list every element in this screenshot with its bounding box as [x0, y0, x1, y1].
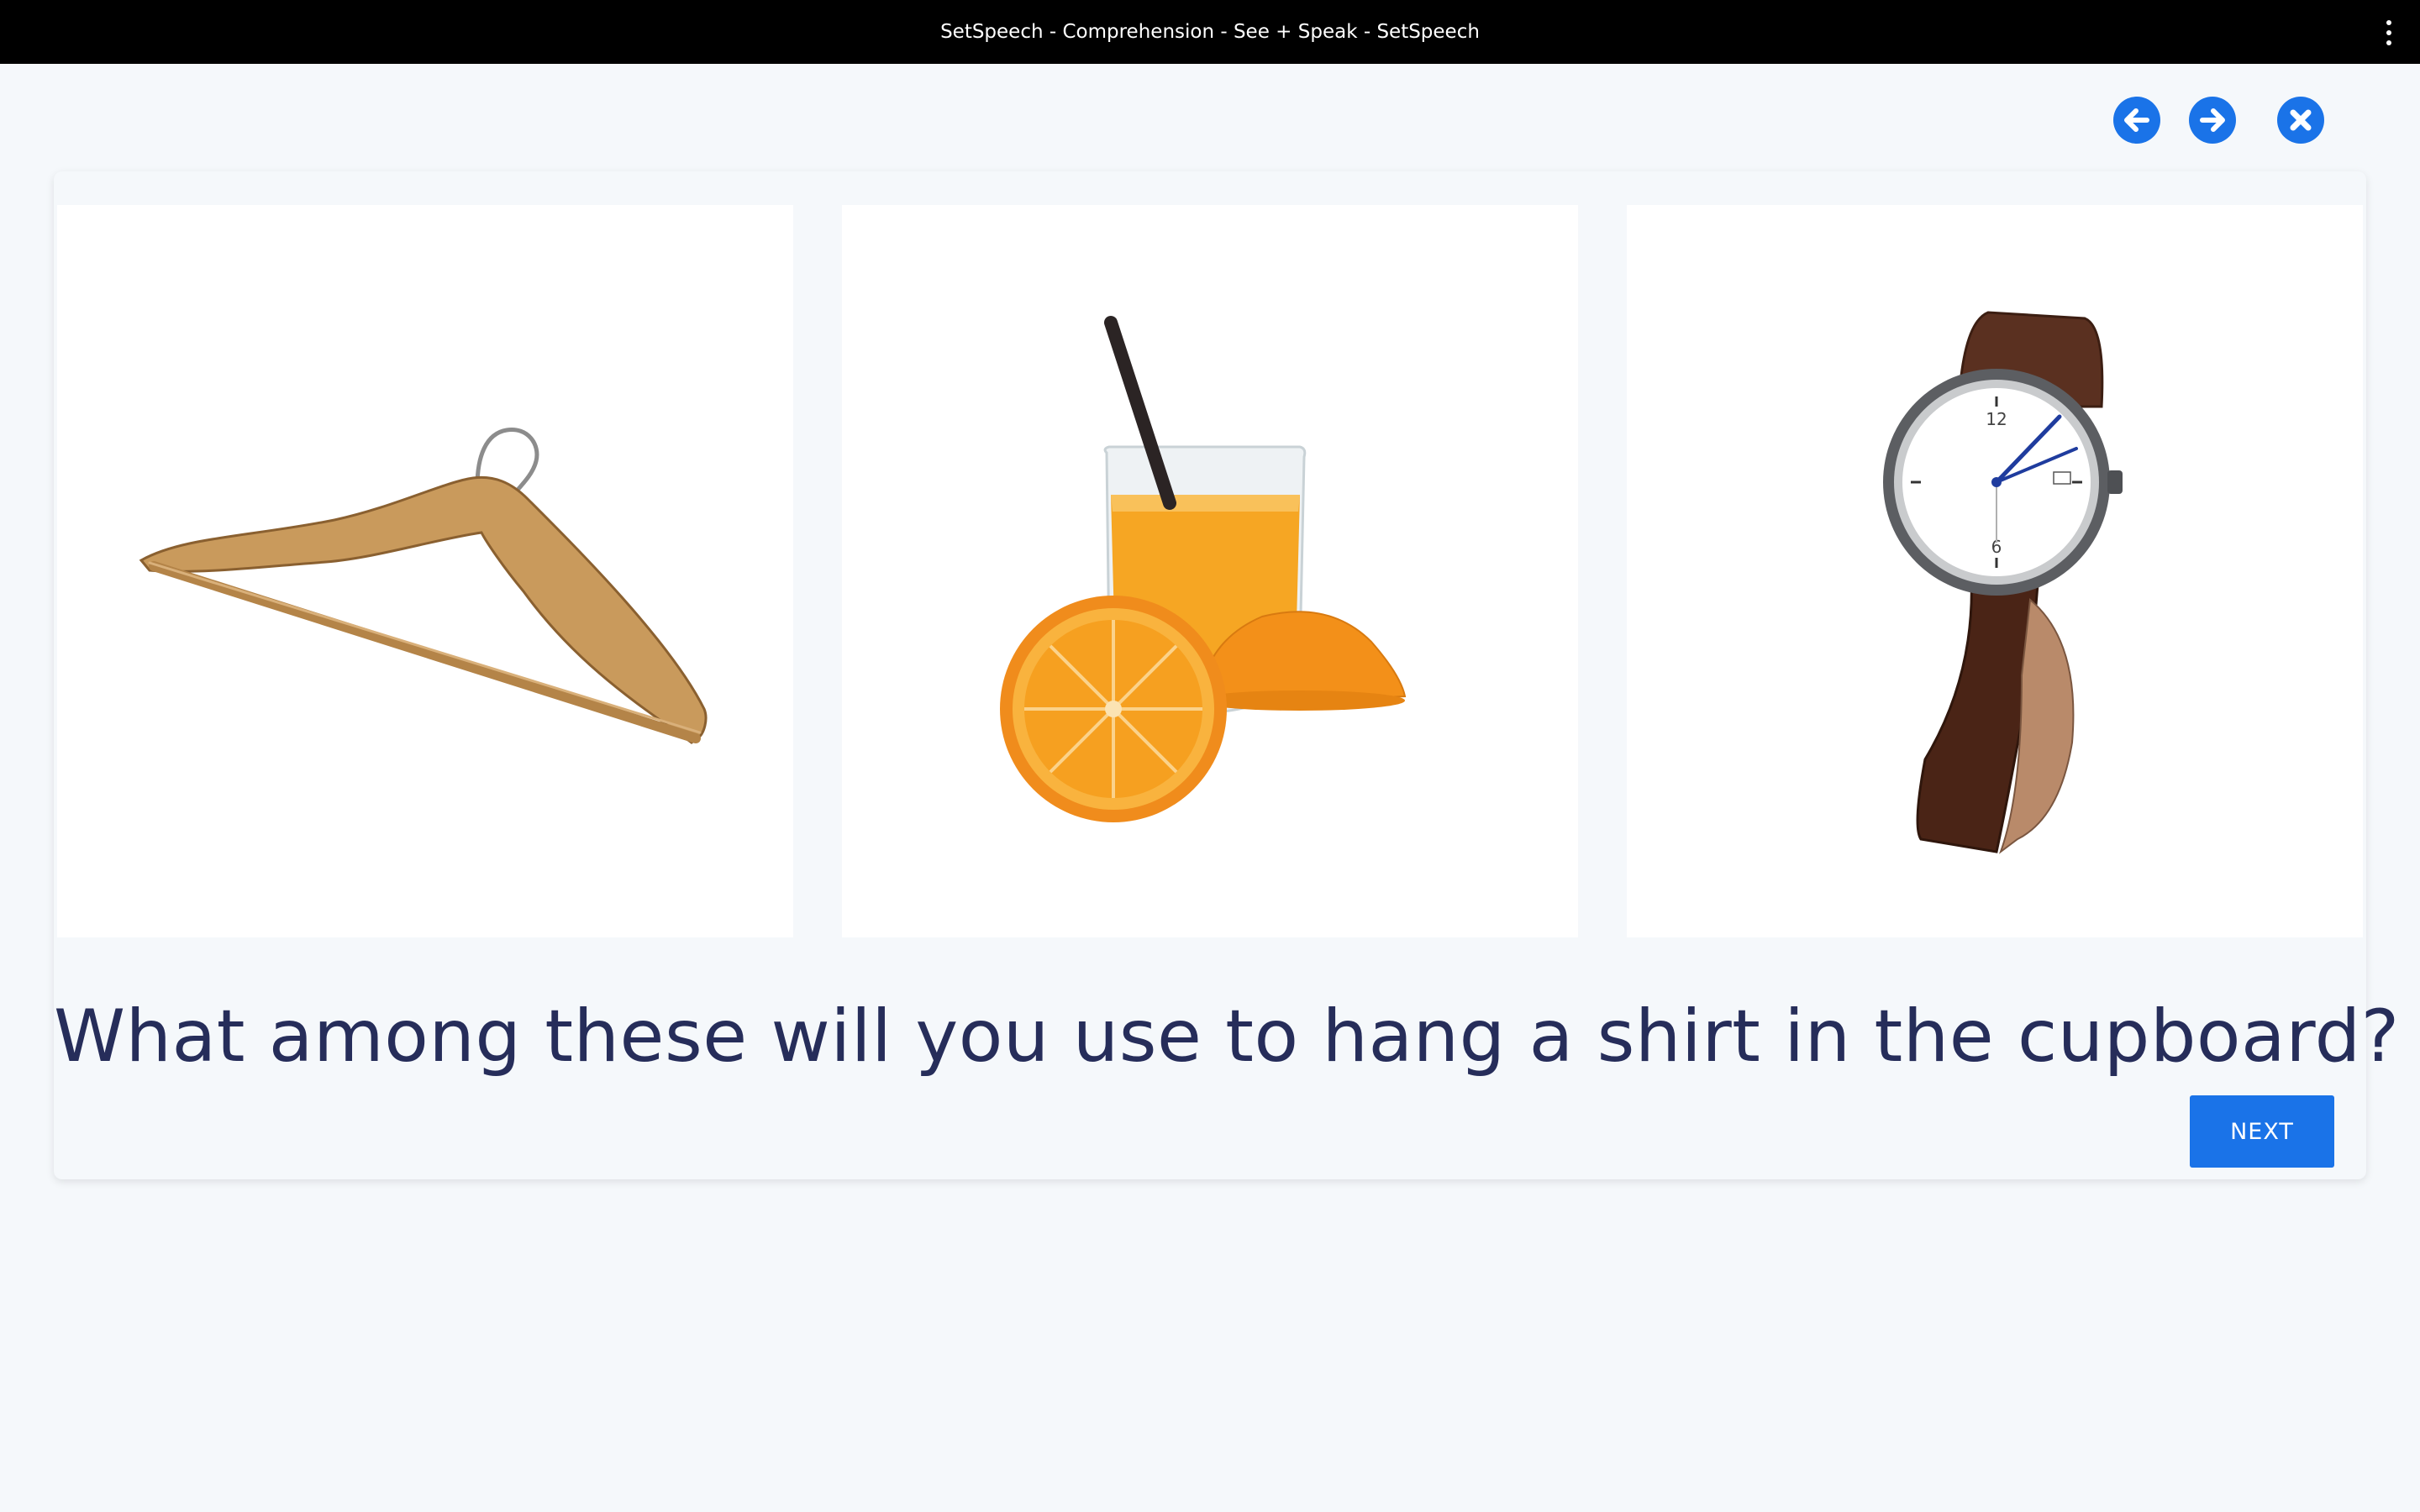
option-hanger[interactable]: [57, 205, 793, 937]
window-titlebar: SetSpeech - Comprehension - See + Speak …: [0, 0, 2420, 64]
wristwatch-image: 12 6: [1883, 311, 2123, 854]
option-orange-juice[interactable]: [842, 205, 1578, 937]
option-wristwatch[interactable]: 12 6: [1627, 205, 2363, 937]
orange-juice-image: [1000, 316, 1407, 822]
hanger-image: [139, 428, 708, 744]
svg-text:12: 12: [1986, 409, 2007, 429]
close-icon[interactable]: [2277, 97, 2324, 144]
next-button[interactable]: NEXT: [2190, 1095, 2334, 1168]
window-title: SetSpeech - Comprehension - See + Speak …: [940, 21, 1480, 43]
question-card: 12 6 What among these will you use to ha…: [54, 171, 2400, 1179]
question-text: What among these will you use to hang a …: [54, 995, 2400, 1079]
arrow-right-icon[interactable]: [2189, 97, 2236, 144]
kebab-menu-icon[interactable]: [2386, 20, 2393, 45]
arrow-left-icon[interactable]: [2113, 97, 2160, 144]
